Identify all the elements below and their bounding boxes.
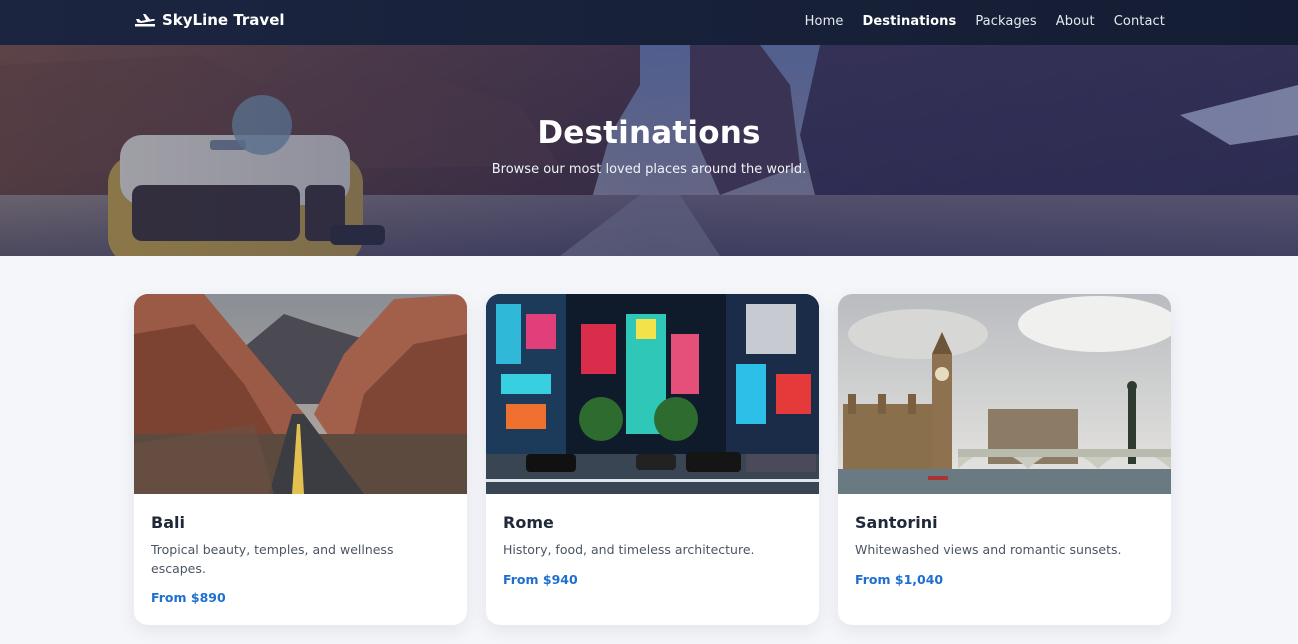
card-body: Rome History, food, and timeless archite… bbox=[503, 513, 802, 587]
nav-link-packages[interactable]: Packages bbox=[975, 14, 1036, 29]
hero-banner: Destinations Browse our most loved place… bbox=[0, 45, 1298, 256]
card-description: History, food, and timeless architecture… bbox=[503, 542, 755, 557]
top-navbar: SkyLine Travel Home Destinations Package… bbox=[0, 0, 1298, 45]
page-title: Destinations bbox=[537, 115, 761, 151]
card-body: Bali Tropical beauty, temples, and welln… bbox=[151, 513, 450, 605]
page-subtitle: Browse our most loved places around the … bbox=[491, 162, 807, 177]
card-price: From $940 bbox=[503, 572, 578, 587]
nav-link-about[interactable]: About bbox=[1056, 14, 1095, 29]
nav-links: Home Destinations Packages About Contact bbox=[805, 14, 1165, 29]
brand-logo[interactable]: SkyLine Travel bbox=[134, 11, 285, 29]
big-ben-bridge-photo bbox=[838, 294, 1171, 494]
card-description: Tropical beauty, temples, and wellness e… bbox=[151, 542, 394, 576]
neon-city-street-photo bbox=[486, 294, 819, 494]
card-price: From $1,040 bbox=[855, 572, 944, 587]
nav-link-home[interactable]: Home bbox=[805, 14, 844, 29]
destination-card-santorini[interactable]: Santorini Whitewashed views and romantic… bbox=[838, 294, 1171, 625]
desert-road-photo bbox=[134, 294, 467, 494]
destination-card-rome[interactable]: Rome History, food, and timeless archite… bbox=[486, 294, 819, 625]
destination-cards: Bali Tropical beauty, temples, and welln… bbox=[134, 294, 1171, 625]
brand-name: SkyLine Travel bbox=[162, 11, 285, 29]
nav-link-destinations[interactable]: Destinations bbox=[862, 14, 956, 29]
card-title: Santorini bbox=[855, 513, 938, 532]
destination-card-bali[interactable]: Bali Tropical beauty, temples, and welln… bbox=[134, 294, 467, 625]
nav-link-contact[interactable]: Contact bbox=[1114, 14, 1165, 29]
card-title: Bali bbox=[151, 513, 185, 532]
card-body: Santorini Whitewashed views and romantic… bbox=[855, 513, 1154, 587]
card-description: Whitewashed views and romantic sunsets. bbox=[855, 542, 1122, 557]
plane-icon bbox=[135, 14, 155, 27]
card-title: Rome bbox=[503, 513, 554, 532]
card-price: From $890 bbox=[151, 590, 226, 605]
